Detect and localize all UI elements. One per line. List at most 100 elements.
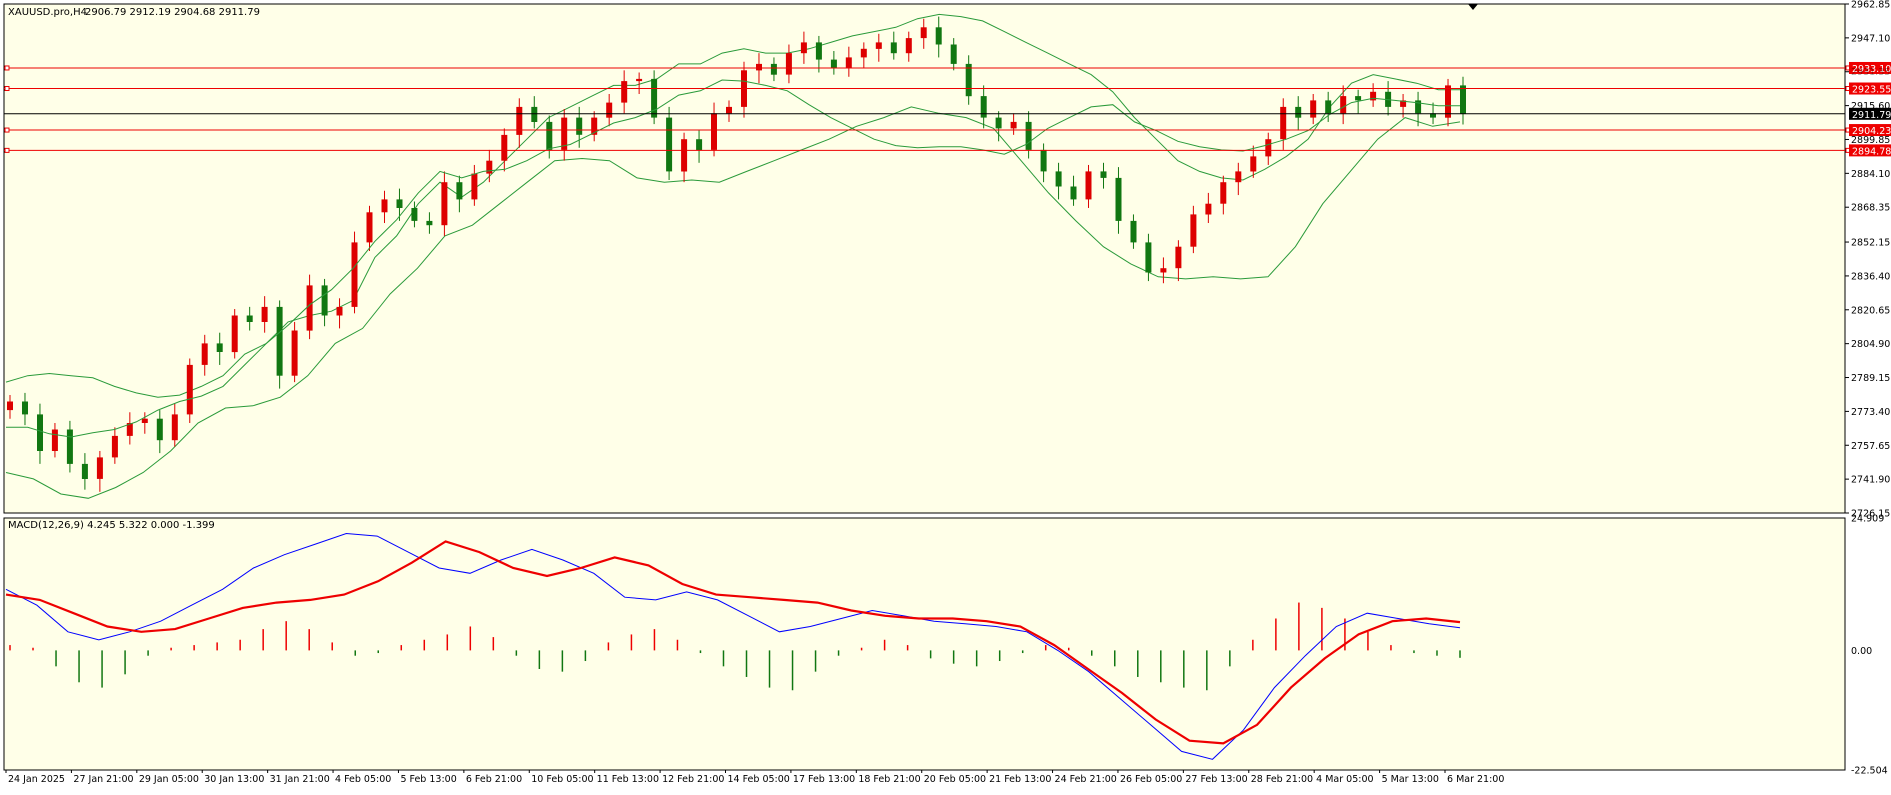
candle-body — [1145, 242, 1152, 273]
candle-body — [201, 343, 208, 365]
candle-body — [1460, 85, 1466, 114]
candle-body — [606, 102, 613, 118]
time-axis-label: 18 Feb 21:00 — [858, 774, 920, 785]
time-axis-label: 28 Feb 21:00 — [1251, 774, 1313, 785]
level-anchor-marker — [4, 127, 10, 133]
level-price-text: 2894.78 — [1852, 146, 1891, 157]
candle-body — [22, 401, 28, 415]
candle-body — [815, 42, 822, 60]
candle-body — [1175, 246, 1182, 269]
candle-body — [381, 199, 388, 213]
macd-axis-label: 0.00 — [1851, 646, 1872, 657]
candle-body — [141, 418, 148, 423]
candle-body — [875, 42, 882, 49]
candle-body — [950, 44, 957, 64]
candle-body — [306, 285, 313, 331]
candle-body — [231, 315, 238, 353]
candle-body — [1100, 171, 1107, 178]
candle-body — [1085, 171, 1092, 200]
time-axis-label: 27 Jan 21:00 — [73, 774, 133, 785]
candle-body — [905, 38, 912, 54]
candle-body — [860, 48, 867, 58]
macd-axis-label: 24.909 — [1851, 514, 1884, 525]
level-anchor-marker — [4, 86, 10, 92]
chart-ohlc-readout: 2906.79 2912.19 2904.68 2911.79 — [85, 7, 260, 18]
candle-body — [1445, 85, 1451, 118]
price-axis-label: 2757.65 — [1851, 441, 1890, 452]
candle-body — [396, 199, 403, 208]
time-axis-label: 31 Jan 21:00 — [270, 774, 330, 785]
candle-body — [711, 113, 717, 150]
candle-body — [1010, 121, 1017, 129]
chart-symbol-label: XAUUSD.pro,H4 — [8, 7, 87, 18]
candle-body — [276, 306, 283, 376]
candle-body — [800, 42, 807, 54]
time-axis-label: 4 Mar 05:00 — [1316, 774, 1373, 785]
price-axis-label: 2804.90 — [1851, 339, 1890, 350]
candle-body — [546, 121, 553, 150]
candle-body — [845, 57, 852, 69]
candle-body — [1310, 100, 1317, 118]
level-anchor-marker — [4, 147, 10, 153]
candle-body — [1220, 182, 1227, 204]
time-axis-label: 24 Feb 21:00 — [1055, 774, 1117, 785]
time-axis-label: 17 Feb 13:00 — [793, 774, 855, 785]
price-axis-label: 2947.10 — [1851, 33, 1890, 44]
time-axis-label: 12 Feb 21:00 — [662, 774, 724, 785]
time-axis-label: 26 Feb 05:00 — [1120, 774, 1182, 785]
candle-body — [51, 429, 58, 451]
macd-panel — [3, 517, 1846, 771]
candle-body — [441, 182, 448, 226]
time-axis-label: 29 Jan 05:00 — [139, 774, 199, 785]
time-axis-label: 20 Feb 05:00 — [924, 774, 986, 785]
price-axis-label: 2820.65 — [1851, 305, 1890, 316]
macd-indicator-label: MACD(12,26,9) 4.245 5.322 0.000 -1.399 — [8, 520, 215, 531]
candle-body — [681, 139, 688, 172]
candle-body — [96, 457, 103, 479]
time-axis-label: 10 Feb 05:00 — [531, 774, 593, 785]
candle-body — [156, 418, 163, 441]
candle-body — [1295, 106, 1302, 118]
candle-body — [1265, 139, 1272, 157]
candle-body — [830, 59, 837, 69]
candle-body — [516, 106, 523, 135]
price-axis-label: 2915.60 — [1851, 101, 1890, 112]
time-axis-label: 21 Feb 13:00 — [989, 774, 1051, 785]
candle-body — [636, 78, 643, 82]
price-panel — [3, 3, 1846, 514]
candle-body — [531, 106, 538, 122]
candle-body — [81, 463, 88, 479]
candle-body — [186, 364, 193, 415]
candle-body — [965, 63, 972, 97]
time-axis-label: 14 Feb 05:00 — [728, 774, 790, 785]
price-axis-label: 2836.40 — [1851, 271, 1890, 282]
candle-body — [501, 134, 508, 161]
price-axis-label: 2884.10 — [1851, 169, 1890, 180]
candle-body — [1160, 268, 1167, 273]
candle-body — [890, 42, 897, 54]
candle-body — [935, 27, 942, 45]
candle-body — [726, 106, 732, 114]
candle-body — [366, 212, 373, 243]
candle-body — [1340, 96, 1347, 114]
candle-body — [1070, 186, 1077, 200]
candle-body — [171, 414, 178, 441]
candle-body — [995, 117, 1002, 129]
time-axis-label: 5 Feb 13:00 — [400, 774, 456, 785]
candle-body — [336, 306, 343, 316]
candle-body — [980, 96, 987, 118]
candle-body — [770, 63, 777, 75]
price-axis-label: 2931.35 — [1851, 67, 1890, 78]
time-axis-label: 4 Feb 05:00 — [335, 774, 391, 785]
candle-body — [785, 53, 792, 75]
candle-body — [351, 242, 358, 307]
candle-body — [1040, 149, 1047, 172]
time-axis-label: 6 Mar 21:00 — [1447, 774, 1504, 785]
candle-body — [1115, 177, 1122, 221]
candle-body — [1325, 100, 1332, 114]
candle-body — [321, 285, 328, 316]
chart-canvas[interactable]: 2933.102923.552904.232894.782911.792962.… — [0, 0, 1891, 791]
time-axis-label: 30 Jan 13:00 — [204, 774, 264, 785]
candle-body — [246, 315, 253, 322]
trading-chart[interactable]: 2933.10 2923.55 2904.23 2894.78 2911.79 2962.… — [0, 0, 1891, 791]
